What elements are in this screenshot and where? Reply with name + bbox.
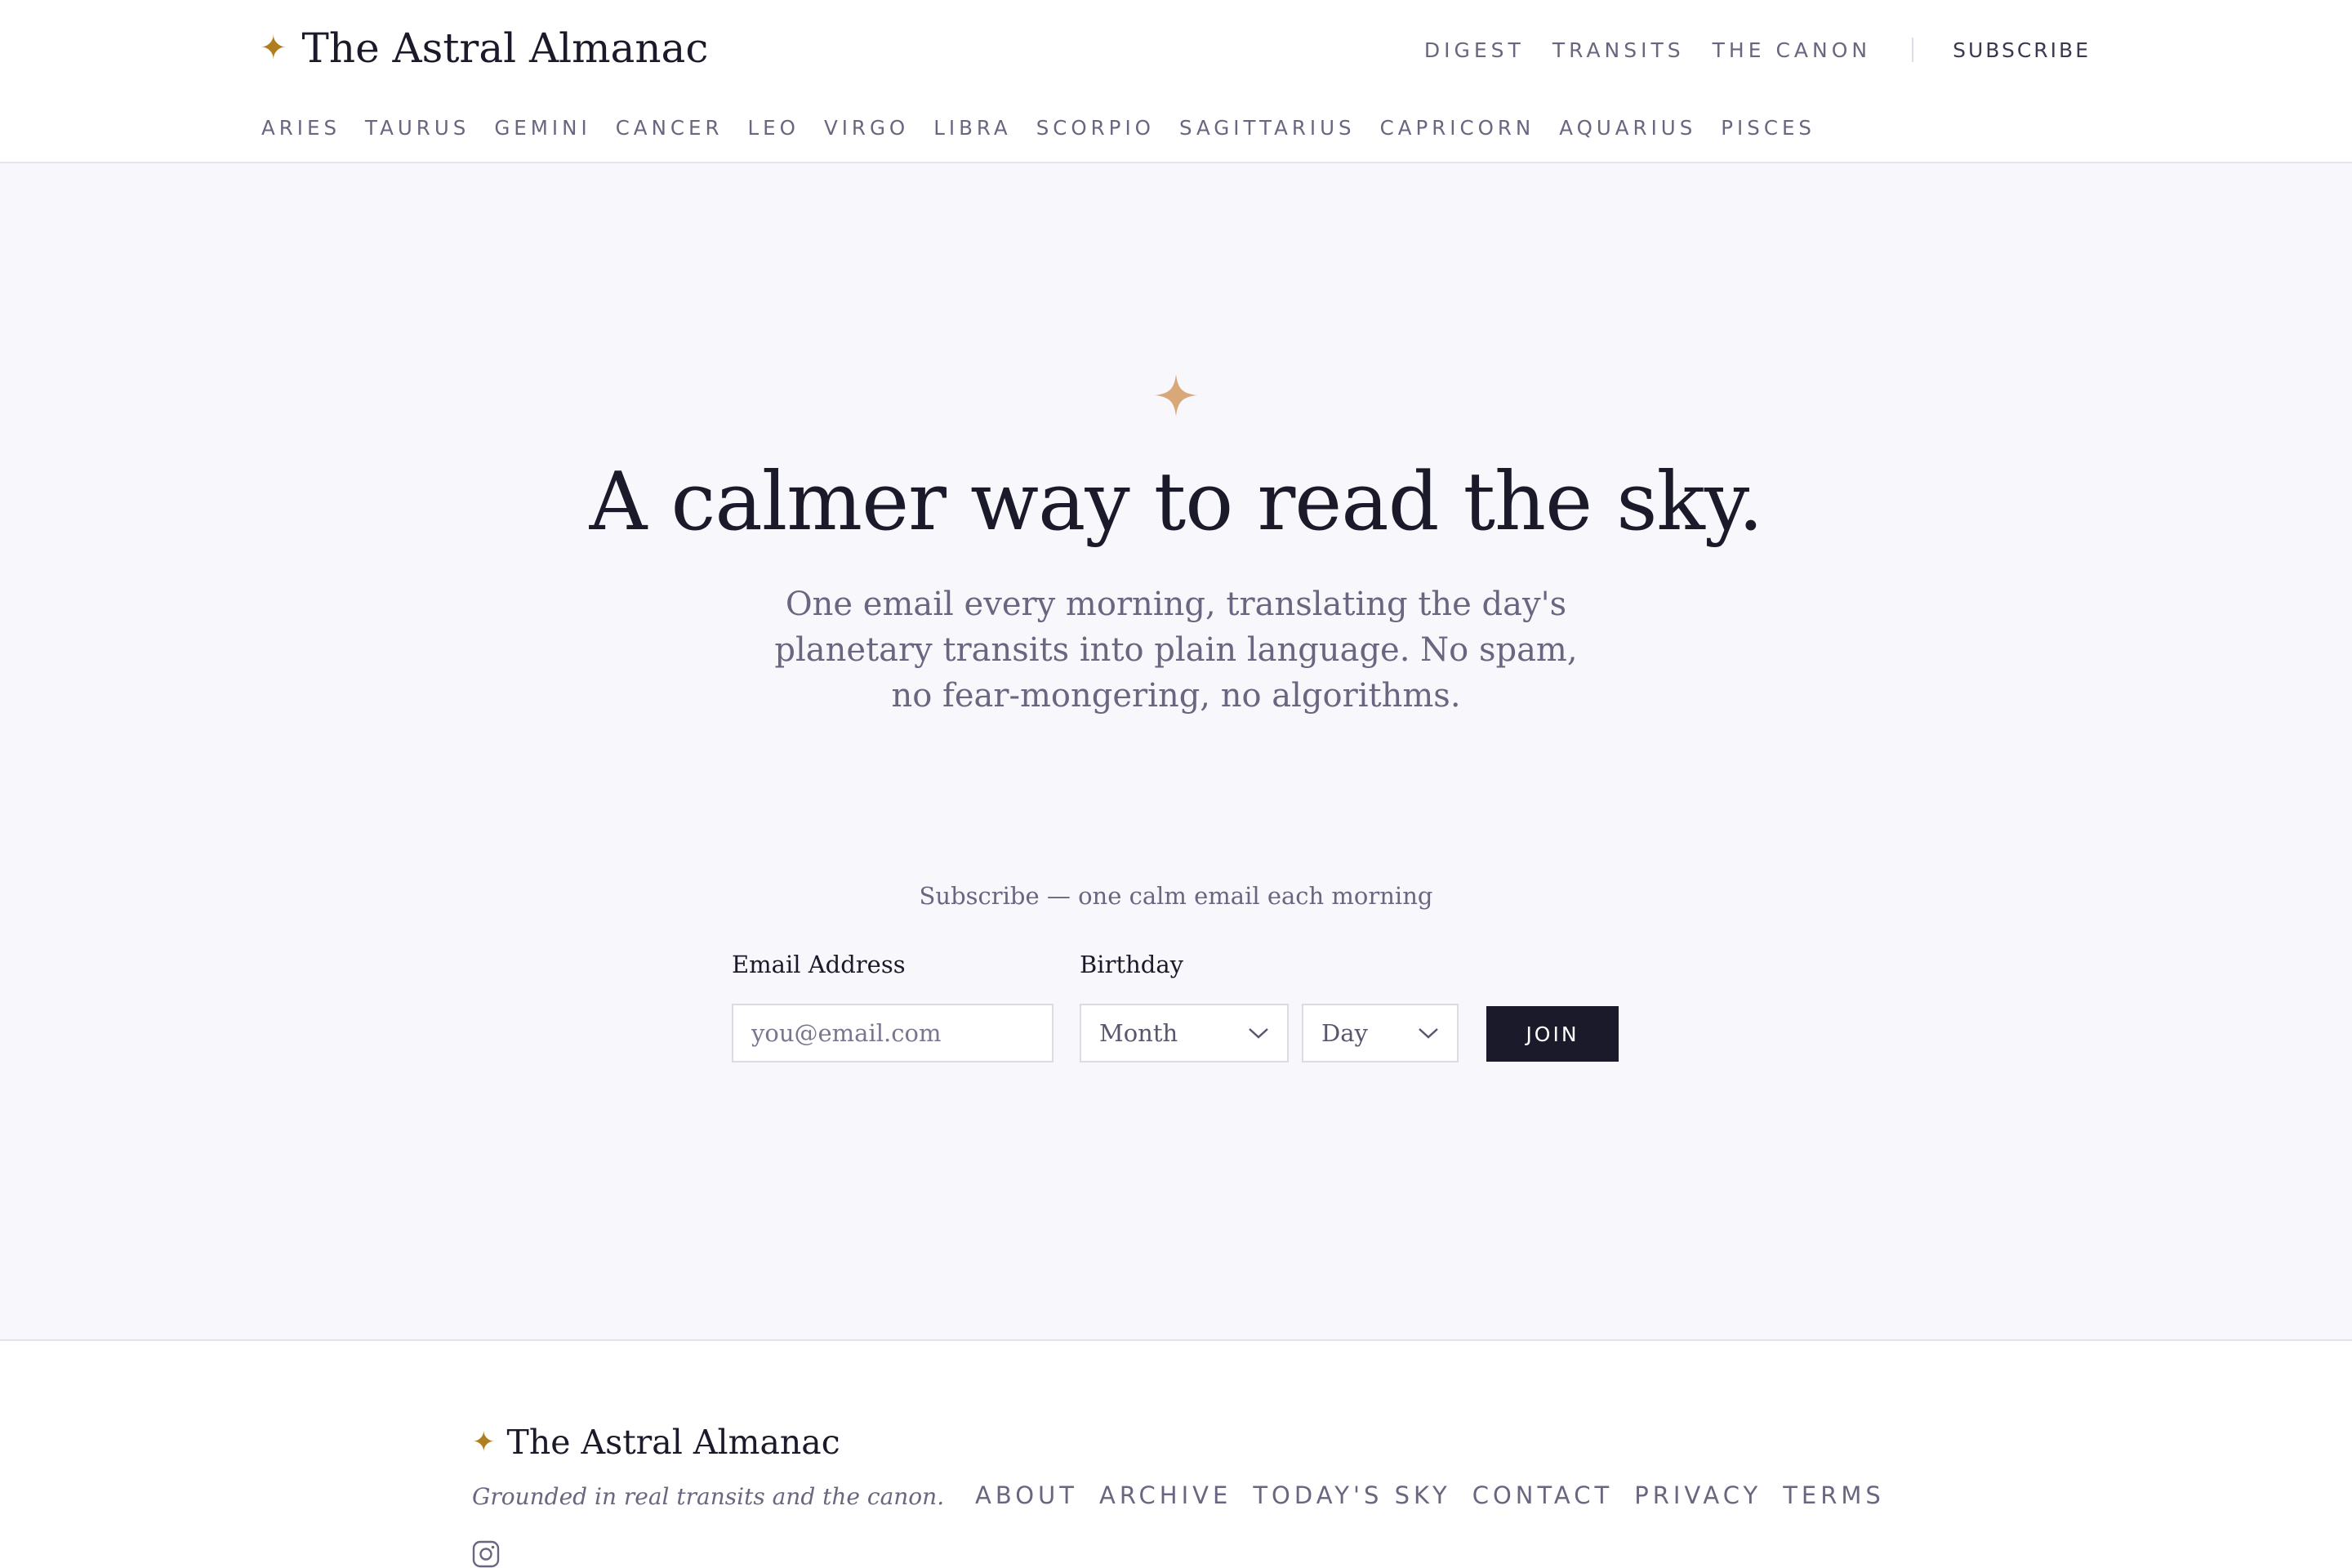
hero-lede: One email every morning, translating the… — [774, 586, 1578, 715]
footer-link-about[interactable]: ABOUT — [975, 1481, 1078, 1509]
subscribe-caption: Subscribe — one calm email each morning — [919, 882, 1433, 910]
instagram-icon[interactable] — [472, 1540, 500, 1568]
four-point-star-icon: ✦ — [472, 1426, 496, 1459]
sign-capricorn[interactable]: CAPRICORN — [1380, 116, 1535, 140]
footer-brand[interactable]: ✦ The Astral Almanac — [472, 1423, 840, 1462]
sign-scorpio[interactable]: SCORPIO — [1036, 116, 1155, 140]
email-label: Email Address — [732, 951, 906, 978]
footer-link-todays-sky[interactable]: TODAY'S SKY — [1253, 1481, 1450, 1509]
chevron-down-icon — [1249, 1028, 1268, 1039]
footer-tagline: Grounded in real transits and the canon. — [472, 1483, 945, 1510]
nav-transits[interactable]: TRANSITS — [1552, 38, 1685, 62]
footer-link-privacy[interactable]: PRIVACY — [1634, 1481, 1762, 1509]
sign-virgo[interactable]: VIRGO — [824, 116, 909, 140]
month-select-value: Month — [1099, 1019, 1178, 1047]
hero-section: A calmer way to read the sky. One email … — [0, 163, 2352, 1341]
footer-link-terms[interactable]: TERMS — [1783, 1481, 1885, 1509]
month-select[interactable]: Month — [1080, 1004, 1289, 1062]
sign-aquarius[interactable]: AQUARIUS — [1559, 116, 1696, 140]
nav-the-canon[interactable]: THE CANON — [1713, 38, 1871, 62]
sign-pisces[interactable]: PISCES — [1721, 116, 1815, 140]
four-point-star-icon: ✦ — [260, 29, 287, 67]
day-select[interactable]: Day — [1302, 1004, 1459, 1062]
site-header: ✦ The Astral Almanac DIGEST TRANSITS THE… — [0, 0, 2352, 163]
sign-cancer[interactable]: CANCER — [616, 116, 724, 140]
sign-aries[interactable]: ARIES — [261, 116, 341, 140]
nav-subscribe[interactable]: SUBSCRIBE — [1953, 38, 2091, 62]
sign-sagittarius[interactable]: SAGITTARIUS — [1179, 116, 1356, 140]
brand-name: The Astral Almanac — [301, 24, 709, 72]
nav-digest[interactable]: DIGEST — [1424, 38, 1525, 62]
email-input[interactable] — [732, 1004, 1054, 1062]
footer-nav: ABOUT ARCHIVE TODAY'S SKY CONTACT PRIVAC… — [975, 1481, 1906, 1509]
zodiac-nav: ARIES TAURUS GEMINI CANCER LEO VIRGO LIB… — [261, 116, 1840, 140]
join-button[interactable]: JOIN — [1486, 1006, 1619, 1062]
birthday-label: Birthday — [1080, 951, 1184, 978]
sign-leo[interactable]: LEO — [748, 116, 800, 140]
four-point-star-icon — [1155, 374, 1197, 416]
top-nav: DIGEST TRANSITS THE CANON SUBSCRIBE — [1396, 38, 2091, 62]
brand-logo[interactable]: ✦ The Astral Almanac — [260, 24, 708, 72]
hero-headline: A calmer way to read the sky. — [589, 456, 1764, 549]
sign-gemini[interactable]: GEMINI — [494, 116, 590, 140]
sign-taurus[interactable]: TAURUS — [365, 116, 470, 140]
footer-link-archive[interactable]: ARCHIVE — [1099, 1481, 1232, 1509]
chevron-down-icon — [1419, 1028, 1438, 1039]
footer-link-contact[interactable]: CONTACT — [1472, 1481, 1614, 1509]
sign-libra[interactable]: LIBRA — [933, 116, 1011, 140]
footer-brand-name: The Astral Almanac — [506, 1423, 840, 1462]
site-footer: ✦ The Astral Almanac Grounded in real tr… — [0, 1341, 2352, 1568]
nav-divider — [1912, 38, 1914, 62]
day-select-value: Day — [1321, 1019, 1368, 1047]
